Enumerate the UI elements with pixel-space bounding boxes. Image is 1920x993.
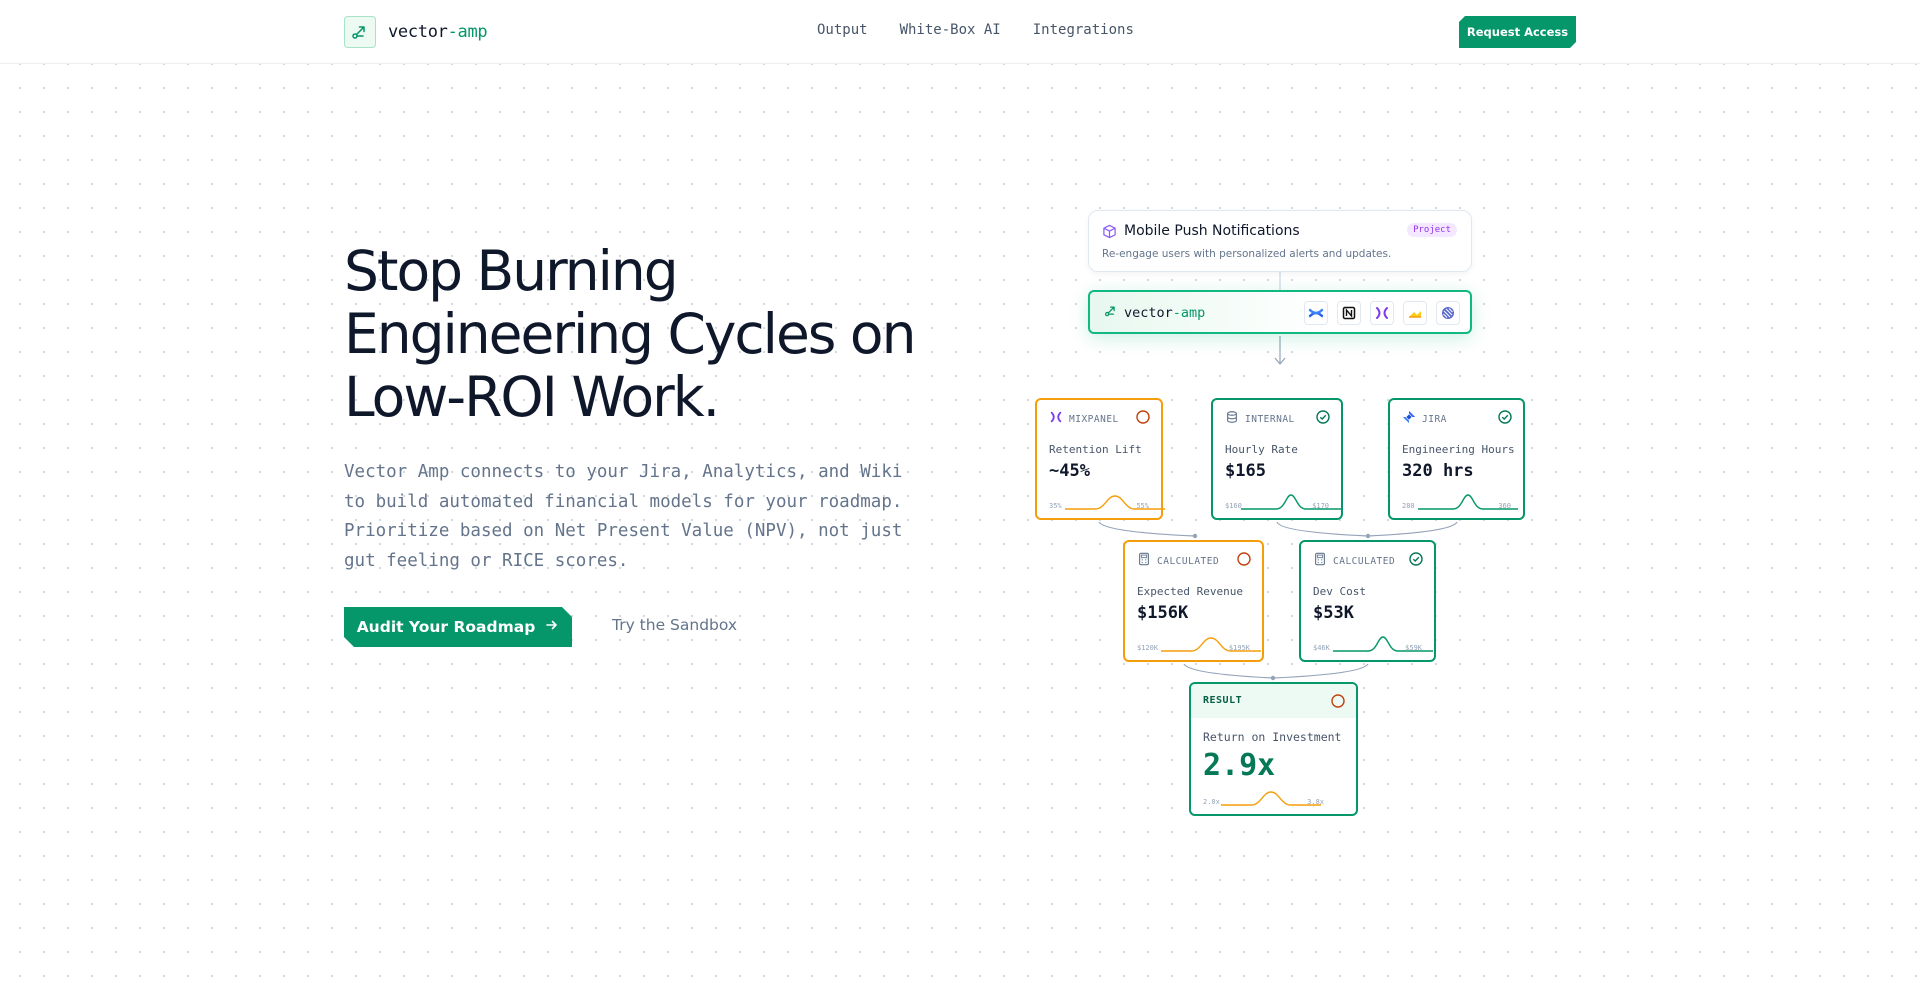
check-circle-icon <box>1315 409 1331 430</box>
try-sandbox-link[interactable]: Try the Sandbox <box>612 616 737 634</box>
node-label: Retention Lift <box>1049 443 1142 456</box>
check-circle-icon <box>1497 409 1513 430</box>
node-label: Dev Cost <box>1313 585 1366 598</box>
hero-title-line: Engineering Cycles on <box>344 302 916 366</box>
node-value: $165 <box>1225 461 1266 481</box>
hero-title-line: Stop Burning <box>344 239 679 303</box>
jira-icon <box>1402 410 1416 429</box>
linear-icon[interactable] <box>1436 301 1460 325</box>
nav-link-white-box-ai[interactable]: White-Box AI <box>900 22 1001 38</box>
node-range: $120K $195K <box>1137 636 1261 652</box>
range-low: $46K <box>1313 644 1330 652</box>
result-value: 2.9x <box>1203 748 1276 783</box>
node-range: $46K $59K <box>1313 636 1433 652</box>
pending-status-icon <box>1330 693 1346 714</box>
range-high: 3.8x <box>1307 798 1324 806</box>
node-value: $53K <box>1313 603 1354 623</box>
calculator-icon <box>1137 552 1151 571</box>
node-range: 280 360 <box>1402 494 1518 510</box>
hero-title: Stop Burning Engineering Cycles on Low-R… <box>344 240 944 429</box>
node-source: INTERNAL <box>1245 414 1295 425</box>
node-value: $156K <box>1137 603 1189 623</box>
logo-icon <box>1104 304 1118 322</box>
node-source: CALCULATED <box>1157 556 1220 567</box>
range-low: $120K <box>1137 644 1159 652</box>
project-badge: Project <box>1407 223 1457 237</box>
nav-links: Output White-Box AI Integrations <box>817 22 1134 38</box>
logo[interactable]: vector-amp <box>344 16 488 48</box>
mixpanel-icon[interactable] <box>1370 301 1394 325</box>
confluence-icon[interactable] <box>1304 301 1328 325</box>
logo-text: vector-amp <box>388 22 488 42</box>
range-low: 280 <box>1402 502 1415 510</box>
hero-subtitle-line: to build automated financial models for … <box>344 491 903 512</box>
top-nav: vector-amp Output White-Box AI Integrati… <box>0 0 1920 64</box>
node-value: ~45% <box>1049 461 1090 481</box>
distribution-curve <box>1221 791 1321 806</box>
input-node-engineering-hours[interactable]: JIRA Engineering Hours 320 hrs 280 360 <box>1388 398 1525 520</box>
arrow-right-icon <box>545 618 559 636</box>
range-high: $59K <box>1405 644 1422 652</box>
result-label: Return on Investment <box>1203 730 1342 744</box>
logo-icon <box>344 16 376 48</box>
range-high: $195K <box>1228 644 1250 652</box>
project-description: Re-engage users with personalized alerts… <box>1102 248 1392 260</box>
range-low: $160 <box>1225 502 1242 510</box>
calculated-node-expected-revenue[interactable]: CALCULATED Expected Revenue $156K $120K … <box>1123 540 1264 662</box>
project-title: Mobile Push Notifications <box>1124 223 1300 239</box>
nav-link-output[interactable]: Output <box>817 22 868 38</box>
roi-diagram: Mobile Push Notifications Project Re-eng… <box>0 0 1920 993</box>
node-source: CALCULATED <box>1333 556 1396 567</box>
hero-subtitle-line: gut feeling or RICE scores. <box>344 550 629 571</box>
result-node-roi[interactable]: RESULT Return on Investment 2.9x 2.0x 3.… <box>1189 682 1358 816</box>
hero-title-line: Low-ROI Work. <box>344 365 720 429</box>
node-source: MIXPANEL <box>1069 414 1119 425</box>
range-high: 360 <box>1498 502 1511 510</box>
node-source: JIRA <box>1422 414 1447 425</box>
node-range: 35% 55% <box>1049 494 1165 510</box>
node-label: Hourly Rate <box>1225 443 1298 456</box>
audit-roadmap-label: Audit Your Roadmap <box>356 618 536 636</box>
nav-link-integrations[interactable]: Integrations <box>1033 22 1134 38</box>
hero-subtitle-line: Vector Amp connects to your Jira, Analyt… <box>344 462 903 482</box>
result-title: RESULT <box>1203 695 1243 706</box>
hero-subtitle: Vector Amp connects to your Jira, Analyt… <box>344 458 944 576</box>
node-label: Engineering Hours <box>1402 443 1515 456</box>
range-high: 55% <box>1136 502 1149 510</box>
node-label: Expected Revenue <box>1137 585 1243 598</box>
input-node-retention-lift[interactable]: MIXPANEL Retention Lift ~45% 35% 55% <box>1035 398 1165 520</box>
pending-status-icon <box>1135 409 1151 430</box>
calculated-node-dev-cost[interactable]: CALCULATED Dev Cost $53K $46K $59K <box>1299 540 1436 662</box>
request-access-button[interactable]: Request Access <box>1459 16 1576 48</box>
range-high: $170 <box>1312 502 1329 510</box>
range-low: 35% <box>1049 502 1062 510</box>
check-circle-icon <box>1408 551 1424 572</box>
hero-subtitle-line: Prioritize based on Net Present Value (N… <box>344 521 903 541</box>
project-card[interactable]: Mobile Push Notifications Project Re-eng… <box>1088 210 1472 272</box>
notion-icon[interactable] <box>1337 301 1361 325</box>
audit-roadmap-button[interactable]: Audit Your Roadmap <box>344 607 572 647</box>
node-range: 2.0x 3.8x <box>1203 790 1324 806</box>
range-low: 2.0x <box>1203 798 1220 806</box>
node-range: $160 $170 <box>1225 494 1341 510</box>
engine-logo: vector-amp <box>1104 304 1205 322</box>
integration-icons <box>1304 301 1460 325</box>
analytics-icon[interactable] <box>1403 301 1427 325</box>
mixpanel-icon <box>1049 410 1063 429</box>
distribution-curve <box>1065 495 1165 510</box>
input-node-hourly-rate[interactable]: INTERNAL Hourly Rate $165 $160 $170 <box>1211 398 1343 520</box>
calculator-icon <box>1313 552 1327 571</box>
cube-icon <box>1102 224 1117 244</box>
node-value: 320 hrs <box>1402 461 1474 481</box>
vector-amp-engine: vector-amp <box>1088 290 1472 334</box>
pending-status-icon <box>1236 551 1252 572</box>
database-icon <box>1225 410 1239 429</box>
diagram-connectors <box>1098 272 1458 681</box>
